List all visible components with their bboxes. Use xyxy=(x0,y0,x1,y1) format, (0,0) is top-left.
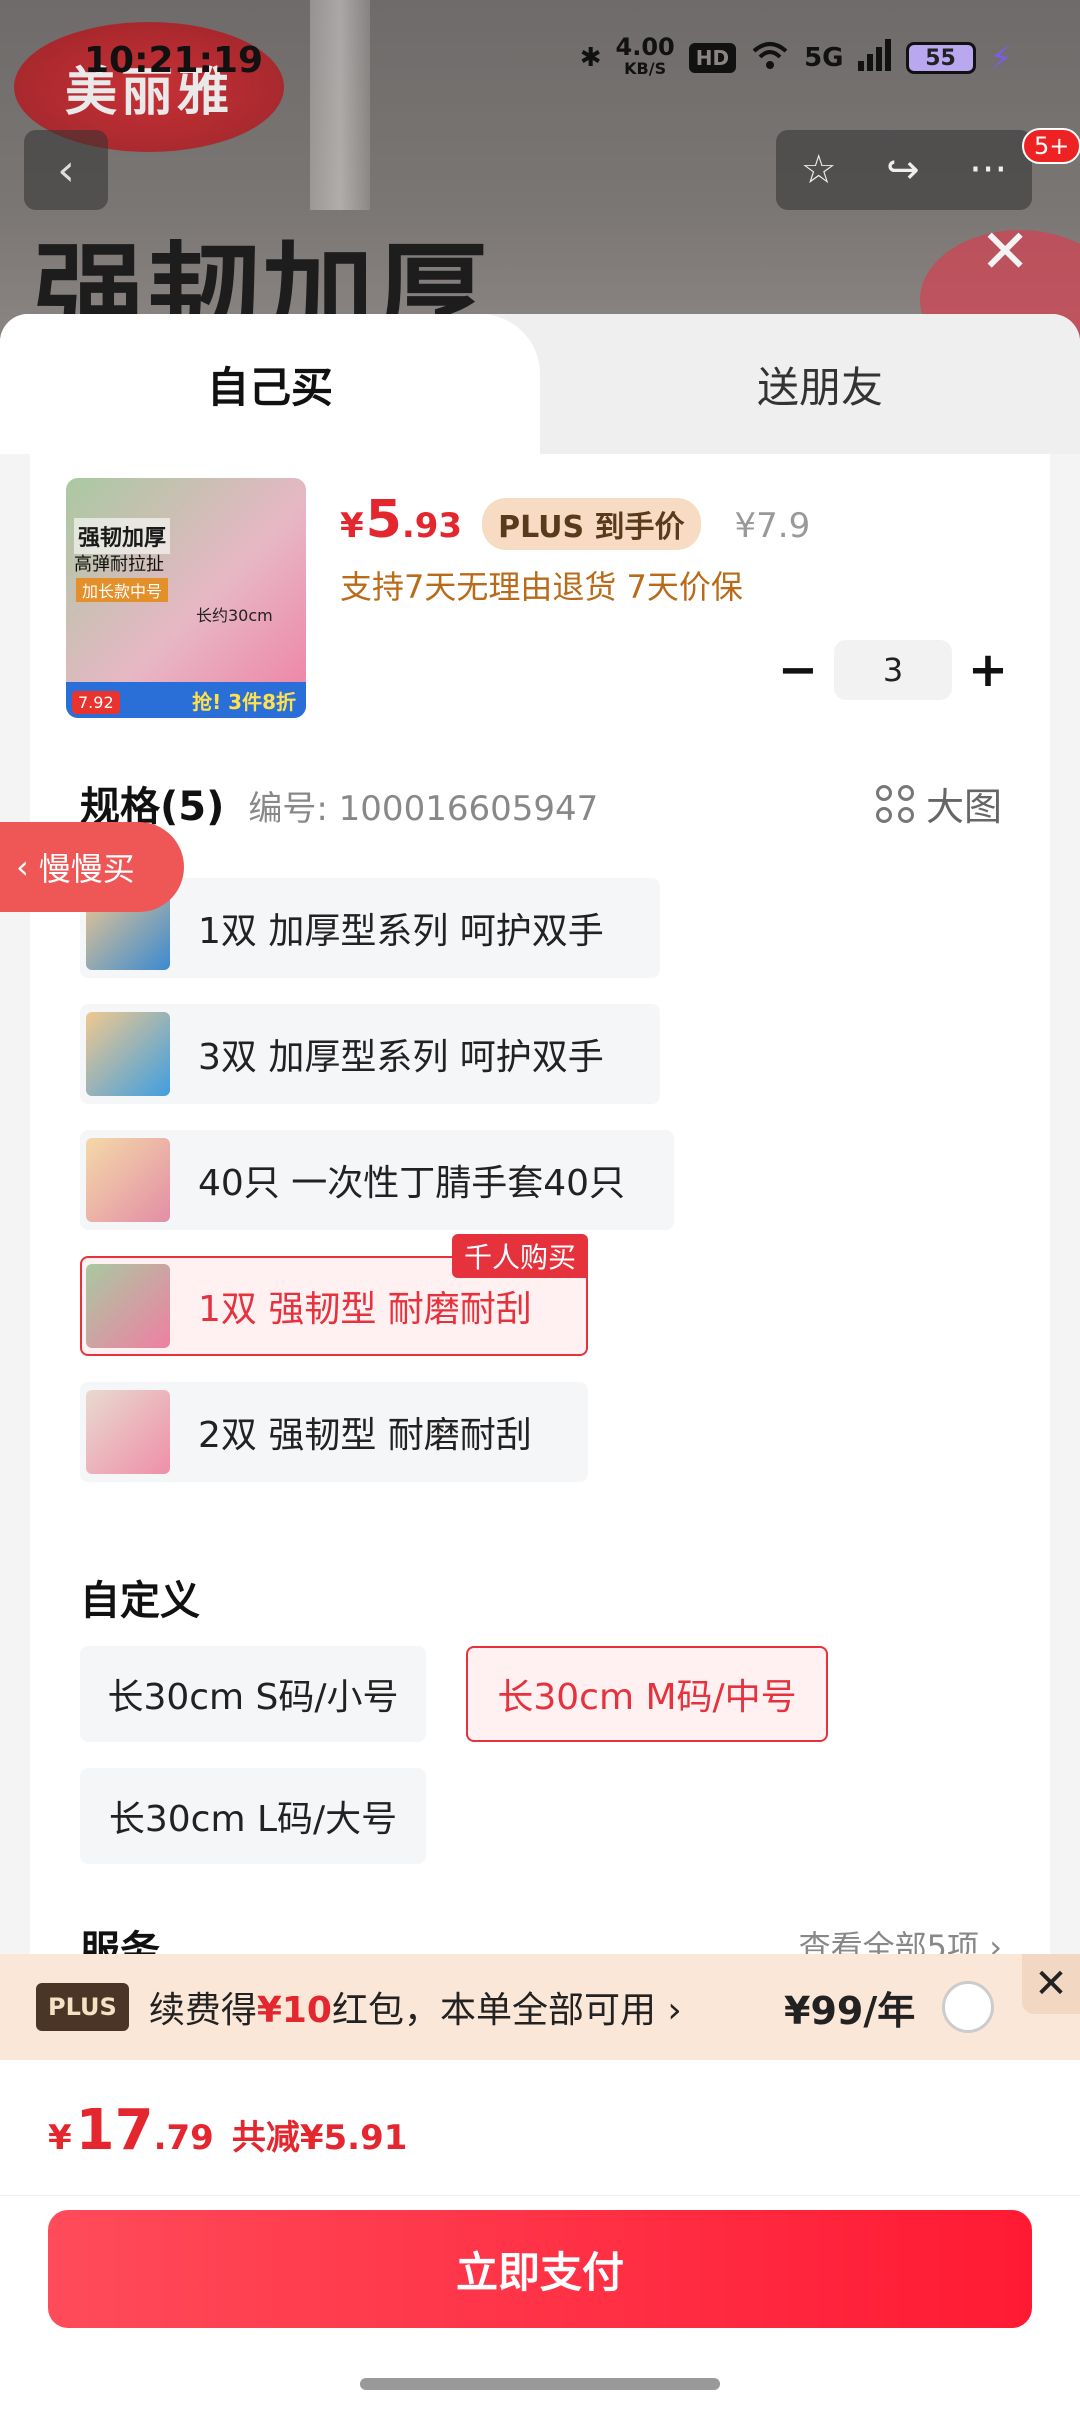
size-option-m-selected[interactable]: 长30cm M码/中号 xyxy=(466,1646,828,1742)
sku-label: 1双 强韧型 耐磨耐刮 xyxy=(198,1289,532,1330)
home-indicator[interactable] xyxy=(360,2378,720,2390)
close-sheet-icon[interactable]: ✕ xyxy=(980,222,1030,282)
net-speed: 4.00 KB/S xyxy=(615,33,675,80)
price-decimal: .93 xyxy=(401,506,463,546)
sku-label: 1双 加厚型系列 呵护双手 xyxy=(198,911,604,952)
decrease-quantity-button[interactable]: − xyxy=(768,640,828,700)
bluetooth-icon: ✱ xyxy=(579,43,602,73)
sku-label: 40只 一次性丁腈手套40只 xyxy=(198,1163,626,1204)
tab-gift-to-friend[interactable]: 送朋友 xyxy=(560,314,1080,454)
sku-option-selected[interactable]: 1双 强韧型 耐磨耐刮 千人购买 xyxy=(80,1234,588,1356)
message-badge: 5+ xyxy=(1022,128,1080,164)
total-discount: 共减¥5.91 xyxy=(231,2118,408,2158)
sku-thumbnail xyxy=(86,1012,170,1096)
plus-annual-price: ¥99/年 xyxy=(784,1988,916,2033)
quantity-stepper: − 3 + xyxy=(768,640,1018,700)
size-option-s[interactable]: 长30cm S码/小号 xyxy=(80,1646,426,1742)
total-symbol: ¥ xyxy=(48,2118,72,2158)
plus-text-highlight: ¥10 xyxy=(256,1990,332,2031)
sku-thumbnail xyxy=(86,1264,170,1348)
favorite-star-icon[interactable]: ☆ xyxy=(801,147,837,193)
quantity-value[interactable]: 3 xyxy=(834,640,952,700)
product-image-subtitle: 高弹耐拉扯 xyxy=(74,554,164,575)
signal-label: 5G xyxy=(804,43,844,73)
tab-buy-for-self[interactable]: 自己买 xyxy=(0,314,540,454)
order-total: ¥ 17 .79 共减¥5.91 xyxy=(0,2062,1080,2196)
plus-renewal-text: 续费得¥10红包，本单全部可用 › xyxy=(149,1981,682,2033)
charging-icon: ⚡ xyxy=(989,39,1012,77)
price-row: ¥ 5 .93 PLUS 到手价 ¥7.9 xyxy=(340,490,810,550)
custom-section-title: 自定义 xyxy=(80,1578,200,1624)
wifi-icon xyxy=(750,39,790,78)
size-option-l[interactable]: 长30cm L码/大号 xyxy=(80,1768,426,1864)
net-speed-unit: KB/S xyxy=(624,59,667,78)
more-dots-icon[interactable]: ··· xyxy=(969,147,1007,193)
chevron-left-icon: ‹ xyxy=(16,848,29,886)
total-integer: 17 xyxy=(75,2098,154,2163)
plus-select-radio[interactable] xyxy=(942,1981,994,2033)
plus-price-tag: PLUS 到手价 xyxy=(482,498,701,550)
return-policy: 支持7天无理由退货 7天价保 xyxy=(340,568,743,606)
total-decimal: .79 xyxy=(153,2118,214,2158)
sku-thumbnail xyxy=(86,1390,170,1474)
plus-renewal-bar[interactable]: PLUS 续费得¥10红包，本单全部可用 › ¥99/年 ✕ xyxy=(0,1954,1080,2060)
status-icons: ✱ 4.00 KB/S HD 5G 55 ⚡ xyxy=(579,33,1012,80)
buy-mode-tabs: 自己买 送朋友 xyxy=(0,314,1080,454)
product-code: 编号: 100016605947 xyxy=(248,789,599,829)
price-symbol: ¥ xyxy=(340,506,364,546)
status-bar: 10:21:19 ✱ 4.00 KB/S HD 5G 55 ⚡ xyxy=(0,0,1080,120)
sheet-content: 强韧加厚 高弹耐拉扯 加长款中号 长约30cm 抢! 3件8折 7.92 ¥ 5… xyxy=(30,454,1050,1974)
big-image-label: 大图 xyxy=(925,785,1002,829)
product-image-length: 长约30cm xyxy=(196,606,273,625)
net-speed-value: 4.00 xyxy=(615,33,675,61)
battery-icon: 55 xyxy=(905,42,976,74)
chevron-left-icon: ‹ xyxy=(57,144,75,196)
big-image-button[interactable]: 大图 xyxy=(875,776,1002,831)
status-time: 10:21:19 xyxy=(84,40,264,81)
back-button[interactable]: ‹ xyxy=(24,130,108,210)
share-icon[interactable]: ↪ xyxy=(886,147,920,193)
plus-text-prefix: 续费得 xyxy=(148,1990,257,2031)
spec-header: 规格(5) 编号: 100016605947 xyxy=(80,774,598,832)
product-image-title: 强韧加厚 xyxy=(74,518,171,554)
slow-buy-tab[interactable]: ‹ 慢慢买 xyxy=(0,822,184,912)
sku-label: 2双 强韧型 耐磨耐刮 xyxy=(198,1415,532,1456)
close-icon[interactable]: ✕ xyxy=(1022,1954,1080,2014)
plus-logo: PLUS xyxy=(36,1983,129,2031)
signal-icon xyxy=(857,38,892,78)
popular-badge: 千人购买 xyxy=(451,1234,588,1278)
hd-icon: HD xyxy=(688,43,737,73)
product-image[interactable]: 强韧加厚 高弹耐拉扯 加长款中号 长约30cm 抢! 3件8折 7.92 xyxy=(66,478,306,718)
sku-option[interactable]: 2双 强韧型 耐磨耐刮 xyxy=(80,1382,588,1482)
sku-option[interactable]: 40只 一次性丁腈手套40只 xyxy=(80,1130,674,1230)
increase-quantity-button[interactable]: + xyxy=(958,640,1018,700)
sku-option[interactable]: 3双 加厚型系列 呵护双手 xyxy=(80,1004,660,1104)
original-price: ¥7.9 xyxy=(734,506,811,546)
grid-icon xyxy=(875,784,914,823)
product-image-price: 7.92 xyxy=(72,691,120,714)
sku-label: 3双 加厚型系列 呵护双手 xyxy=(198,1037,604,1078)
price-integer: 5 xyxy=(365,490,402,550)
plus-text-suffix: 红包，本单全部可用 › xyxy=(331,1990,682,2031)
product-image-tag: 加长款中号 xyxy=(76,578,169,602)
total-price: ¥ 17 .79 共减¥5.91 xyxy=(48,2098,407,2163)
pay-now-button[interactable]: 立即支付 xyxy=(48,2210,1032,2328)
sku-thumbnail xyxy=(86,1138,170,1222)
slow-buy-label: 慢慢买 xyxy=(38,850,135,888)
header-actions: ☆ ↪ ··· xyxy=(776,130,1032,210)
